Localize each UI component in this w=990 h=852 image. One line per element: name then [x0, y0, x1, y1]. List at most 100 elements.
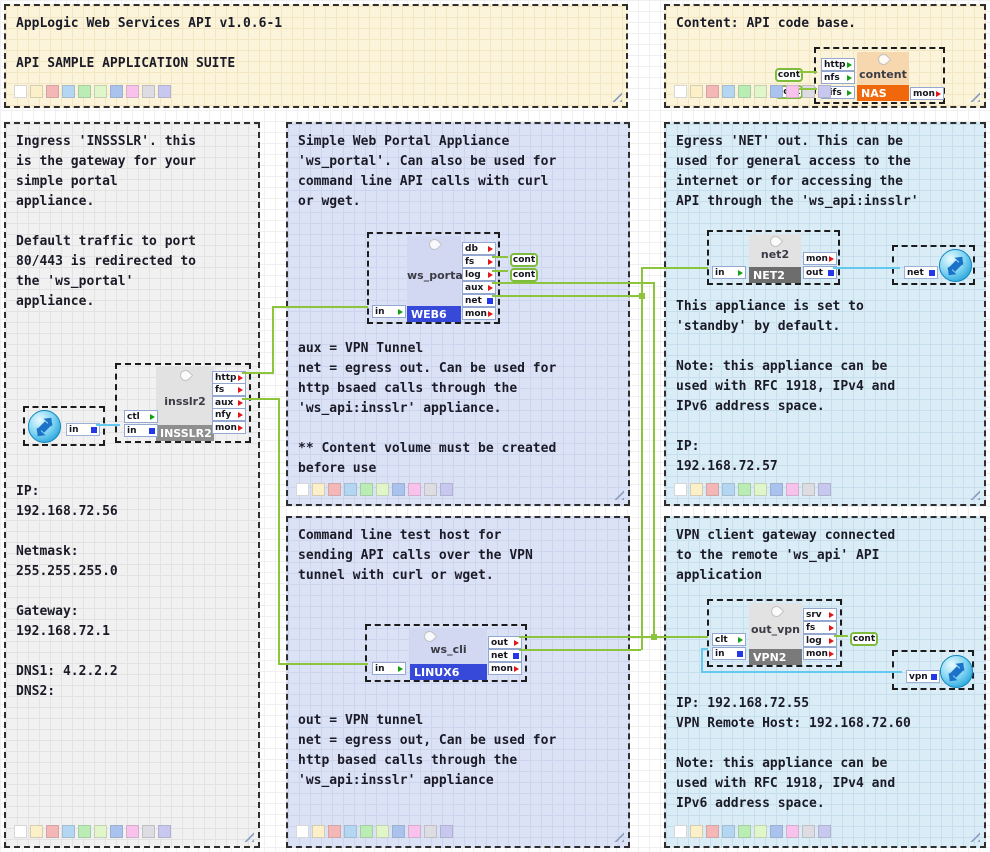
gateway-icon[interactable] [27, 409, 62, 444]
note-app-title[interactable]: AppLogic Web Services API v1.0.6-1 API S… [4, 4, 628, 108]
color-swatch[interactable] [78, 85, 91, 98]
color-swatch[interactable] [738, 483, 751, 496]
color-swatch[interactable] [142, 85, 155, 98]
port-in[interactable]: in [712, 266, 746, 279]
port-out[interactable]: out [488, 636, 522, 649]
appliance-net2[interactable]: net2 NET2 in mon out [707, 230, 840, 285]
color-swatch[interactable] [754, 825, 767, 838]
color-swatch[interactable] [738, 85, 751, 98]
color-swatch[interactable] [786, 85, 799, 98]
port-in[interactable]: in [712, 647, 746, 660]
port-net[interactable]: net [462, 294, 496, 307]
resize-handle[interactable] [612, 830, 624, 842]
color-swatch[interactable] [738, 825, 751, 838]
color-swatch[interactable] [786, 825, 799, 838]
appliance-content[interactable]: content NAS http nfs cifs mon [814, 47, 945, 104]
resize-handle[interactable] [242, 830, 254, 842]
color-swatch[interactable] [14, 85, 27, 98]
color-swatch[interactable] [376, 825, 389, 838]
appliance-out-vpn[interactable]: out_vpn VPN2 clt in srv fs log mon [707, 599, 842, 667]
port-fs[interactable]: fs [212, 383, 246, 396]
port-clt[interactable]: clt [712, 633, 746, 646]
terminal-cont[interactable]: cont [850, 632, 878, 646]
port-aux[interactable]: aux [462, 281, 496, 294]
gateway-terminal-ingress[interactable]: in [23, 406, 105, 446]
port-nfy[interactable]: nfy [212, 408, 246, 421]
color-swatch[interactable] [126, 825, 139, 838]
color-swatch[interactable] [376, 483, 389, 496]
terminal-cont[interactable]: cont [510, 268, 538, 282]
port-mon[interactable]: mon [910, 87, 944, 100]
resize-handle[interactable] [612, 488, 624, 500]
color-swatch[interactable] [786, 483, 799, 496]
terminal-net[interactable]: net [904, 266, 938, 279]
color-swatch[interactable] [674, 483, 687, 496]
port-net[interactable]: net [488, 649, 522, 662]
color-swatch[interactable] [818, 85, 831, 98]
appliance-insslr2[interactable]: insslr2 INSSLR2 ctl in http fs aux nfy m… [115, 363, 251, 443]
color-swatch[interactable] [158, 85, 171, 98]
gateway-icon[interactable] [938, 248, 973, 283]
port-in[interactable]: in [372, 305, 406, 318]
color-swatch[interactable] [110, 825, 123, 838]
color-swatch[interactable] [674, 85, 687, 98]
color-swatch[interactable] [770, 85, 783, 98]
resize-handle[interactable] [968, 830, 980, 842]
port-in[interactable]: in [372, 662, 406, 675]
color-swatch[interactable] [690, 825, 703, 838]
color-swatch[interactable] [328, 825, 341, 838]
color-swatch[interactable] [78, 825, 91, 838]
color-swatch[interactable] [770, 483, 783, 496]
color-swatch[interactable] [46, 85, 59, 98]
color-swatch[interactable] [62, 825, 75, 838]
port-log[interactable]: log [803, 634, 837, 647]
terminal-cont[interactable]: cont [510, 253, 538, 267]
color-swatch[interactable] [328, 483, 341, 496]
color-swatch[interactable] [802, 85, 815, 98]
color-swatch[interactable] [62, 85, 75, 98]
color-swatch[interactable] [802, 483, 815, 496]
color-swatch[interactable] [440, 825, 453, 838]
color-swatch[interactable] [706, 483, 719, 496]
gateway-icon[interactable] [939, 654, 974, 689]
color-swatch[interactable] [312, 825, 325, 838]
port-mon[interactable]: mon [488, 662, 522, 675]
color-swatch[interactable] [424, 825, 437, 838]
terminal-vpn[interactable]: vpn [906, 670, 940, 683]
port-ctl[interactable]: ctl [124, 410, 158, 423]
color-swatch[interactable] [94, 825, 107, 838]
color-swatch[interactable] [46, 825, 59, 838]
color-swatch[interactable] [440, 483, 453, 496]
color-swatch[interactable] [754, 483, 767, 496]
color-swatch[interactable] [126, 85, 139, 98]
port-fs[interactable]: fs [462, 255, 496, 268]
color-swatch[interactable] [770, 825, 783, 838]
color-swatch[interactable] [706, 825, 719, 838]
port-in[interactable]: in [124, 424, 158, 437]
gateway-terminal-net[interactable]: net [892, 245, 975, 285]
port-mon[interactable]: mon [803, 252, 837, 265]
color-swatch[interactable] [94, 85, 107, 98]
color-swatch[interactable] [690, 483, 703, 496]
color-swatch[interactable] [392, 825, 405, 838]
color-swatch[interactable] [818, 825, 831, 838]
color-swatch[interactable] [706, 85, 719, 98]
color-swatch[interactable] [30, 825, 43, 838]
color-swatch[interactable] [30, 85, 43, 98]
color-swatch[interactable] [296, 825, 309, 838]
port-srv[interactable]: srv [803, 608, 837, 621]
color-swatch[interactable] [818, 483, 831, 496]
note-ingress[interactable]: Ingress 'INSSSLR'. this is the gateway f… [4, 122, 260, 848]
resize-handle[interactable] [610, 90, 622, 102]
color-swatch[interactable] [344, 483, 357, 496]
color-swatch[interactable] [722, 483, 735, 496]
port-db[interactable]: db [462, 242, 496, 255]
color-swatch[interactable] [722, 85, 735, 98]
color-swatch[interactable] [722, 825, 735, 838]
appliance-ws-cli[interactable]: ws_cli LINUX6 in out net mon [365, 624, 527, 682]
port-fs[interactable]: fs [803, 621, 837, 634]
color-swatch[interactable] [110, 85, 123, 98]
port-mon[interactable]: mon [462, 307, 496, 320]
resize-handle[interactable] [968, 90, 980, 102]
color-swatch[interactable] [690, 85, 703, 98]
